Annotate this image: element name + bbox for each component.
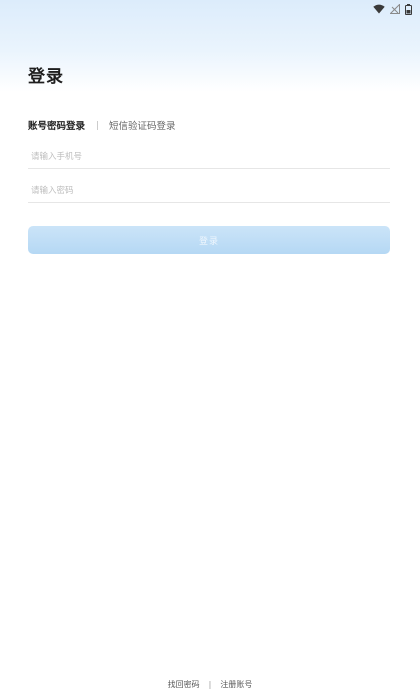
login-button[interactable]: 登录 [28,226,390,254]
footer-separator: | [208,679,212,689]
password-input[interactable] [28,179,390,203]
tab-password-login[interactable]: 账号密码登录 [28,118,85,132]
tab-divider [97,120,99,130]
phone-input[interactable] [28,145,390,169]
login-method-tabs: 账号密码登录 短信验证码登录 [28,118,176,132]
wifi-icon [373,4,385,14]
signal-icon [390,4,400,14]
register-account-link[interactable]: 注册账号 [220,679,252,690]
tab-sms-login[interactable]: 短信验证码登录 [109,118,176,132]
forgot-password-link[interactable]: 找回密码 [168,679,200,690]
status-bar [373,2,412,16]
password-field [28,178,390,203]
battery-icon [405,3,412,15]
page-title: 登录 [28,67,64,87]
phone-field [28,144,390,169]
footer-links: 找回密码 | 注册账号 [0,677,420,691]
